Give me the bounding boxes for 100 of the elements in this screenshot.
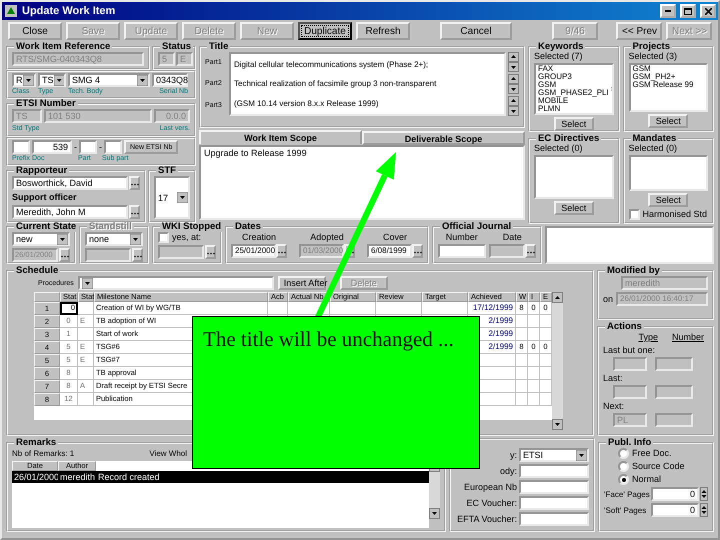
- text-field[interactable]: [519, 512, 589, 526]
- tab[interactable]: Deliverable Scope: [362, 131, 525, 145]
- dropdown[interactable]: R: [12, 73, 36, 87]
- select-button[interactable]: Select: [554, 201, 594, 215]
- group-title: Title: [208, 42, 230, 52]
- toolbar-button[interactable]: Duplicate: [298, 22, 352, 40]
- list-item[interactable]: GROUP3: [538, 73, 609, 81]
- doc-number-field[interactable]: [79, 140, 97, 154]
- toolbar-button[interactable]: Refresh: [356, 22, 410, 40]
- select-button[interactable]: Select: [648, 114, 688, 128]
- doc-number-field[interactable]: [104, 140, 122, 154]
- maximize-icon: [684, 8, 692, 14]
- date-field: [488, 244, 525, 258]
- spinner-icon[interactable]: [700, 503, 708, 517]
- browse-button[interactable]: [525, 244, 536, 258]
- scroll-arrows-icon[interactable]: [508, 74, 519, 94]
- table-cell: [78, 328, 94, 341]
- radio-button[interactable]: [618, 474, 629, 485]
- radio-button[interactable]: [618, 448, 629, 459]
- spinner-field[interactable]: 0: [651, 503, 699, 517]
- browse-button[interactable]: [59, 248, 70, 262]
- browse-button[interactable]: [412, 244, 423, 258]
- toolbar-button[interactable]: Cancel: [440, 22, 512, 40]
- dropdown[interactable]: TS: [38, 73, 66, 87]
- maximize-button[interactable]: [680, 4, 696, 18]
- spinner-field[interactable]: 0: [651, 487, 699, 501]
- selection-list[interactable]: [628, 155, 708, 191]
- ellipsis-icon: [414, 251, 422, 254]
- spinner-icon[interactable]: [700, 487, 708, 501]
- browse-button[interactable]: [129, 176, 140, 190]
- browse-button[interactable]: [276, 244, 287, 258]
- action-number-field: [655, 413, 693, 427]
- list-item[interactable]: PLMN: [538, 105, 609, 113]
- select-button[interactable]: Select: [554, 117, 594, 131]
- scroll-arrows-icon[interactable]: [508, 52, 519, 72]
- dropdown[interactable]: new: [12, 232, 70, 246]
- action-type-field: [613, 357, 647, 371]
- table-cell: [516, 315, 528, 328]
- list-item[interactable]: GSM_PHASE2_PLI: [538, 89, 609, 97]
- doc-number-field[interactable]: [12, 140, 30, 154]
- tab[interactable]: Work Item Scope: [199, 130, 362, 144]
- dropdown[interactable]: SMG 4: [68, 73, 150, 87]
- text-field[interactable]: [519, 496, 589, 510]
- serial-number-field[interactable]: 0343Q8: [152, 73, 188, 87]
- schedule-button[interactable]: Insert After: [278, 276, 326, 290]
- action-type-field: PL: [613, 413, 647, 427]
- action-number-field: [655, 357, 693, 371]
- user-field: meredith: [621, 276, 708, 290]
- table-cell[interactable]: meredith: [58, 471, 96, 483]
- close-button[interactable]: [700, 4, 716, 18]
- nav-button[interactable]: << Prev: [616, 22, 662, 40]
- select-button[interactable]: Select: [648, 193, 688, 207]
- caret-icon: [130, 234, 141, 244]
- table-cell: [528, 380, 540, 393]
- list-item[interactable]: GSM: [632, 65, 704, 73]
- browse-button[interactable]: [132, 248, 143, 262]
- selection-count: Selected (3): [628, 52, 678, 61]
- scrollbar[interactable]: [552, 292, 563, 430]
- title-text-area[interactable]: Digital cellular telecommunications system (Phase 2+); Technical realization of facsimile group 3 non-transparent (GSM 10.14 version 8.x.x Release 1999): [229, 52, 506, 116]
- scope-text-area[interactable]: Upgrade to Release 1999: [199, 145, 525, 220]
- toolbar-button[interactable]: Close: [8, 22, 62, 40]
- doc-number-field[interactable]: 539: [32, 140, 72, 154]
- dropdown[interactable]: ETSI: [519, 448, 589, 462]
- checkbox-label: Harmonised Std: [642, 209, 708, 220]
- text-field[interactable]: [519, 480, 589, 494]
- dropdown[interactable]: [78, 276, 274, 290]
- list-item[interactable]: GSM Release 99: [632, 81, 704, 89]
- list-item[interactable]: GSM: [538, 81, 609, 89]
- group-title: Dates: [234, 222, 262, 232]
- list-item[interactable]: FAX: [538, 65, 609, 73]
- checkbox[interactable]: [628, 209, 640, 220]
- checkbox[interactable]: [158, 232, 169, 243]
- selection-list[interactable]: FAX GROUP3 GSM GSM_PHASE2_PLI MOBILE PLMN: [534, 63, 614, 115]
- browse-button[interactable]: [129, 205, 140, 219]
- ellipsis-icon: [131, 183, 139, 186]
- column-header: [34, 292, 60, 302]
- table-cell: [528, 367, 540, 380]
- text-field[interactable]: [519, 464, 589, 478]
- action-number-field: [655, 385, 693, 399]
- selection-list[interactable]: GSM GSM_PH2+ GSM Release 99: [628, 63, 708, 112]
- minimize-button[interactable]: [660, 4, 676, 18]
- date-field[interactable]: 6/08/1999: [367, 244, 412, 258]
- table-cell[interactable]: 26/01/2000: [12, 471, 58, 483]
- dropdown[interactable]: 17: [154, 176, 190, 219]
- list-item[interactable]: MOBILE: [538, 97, 609, 105]
- journal-number-field[interactable]: [438, 244, 486, 258]
- column-header: Type: [638, 332, 658, 343]
- rapporteur-field[interactable]: Bosworthick, David: [12, 176, 128, 190]
- browse-button[interactable]: [205, 245, 216, 259]
- window-title: Update Work Item: [22, 5, 116, 17]
- radio-button[interactable]: [618, 461, 629, 472]
- group-title: Rapporteur: [15, 166, 68, 176]
- date-field[interactable]: 25/01/2000: [231, 244, 276, 258]
- scroll-arrows-icon[interactable]: [508, 96, 519, 116]
- support-officer-field[interactable]: Meredith, John M: [12, 205, 128, 219]
- notes-field[interactable]: [545, 226, 714, 264]
- table-cell[interactable]: Record created: [96, 471, 429, 483]
- list-item[interactable]: GSM_PH2+: [632, 73, 704, 81]
- selection-list[interactable]: [534, 155, 614, 199]
- status-field: 5: [158, 52, 175, 66]
